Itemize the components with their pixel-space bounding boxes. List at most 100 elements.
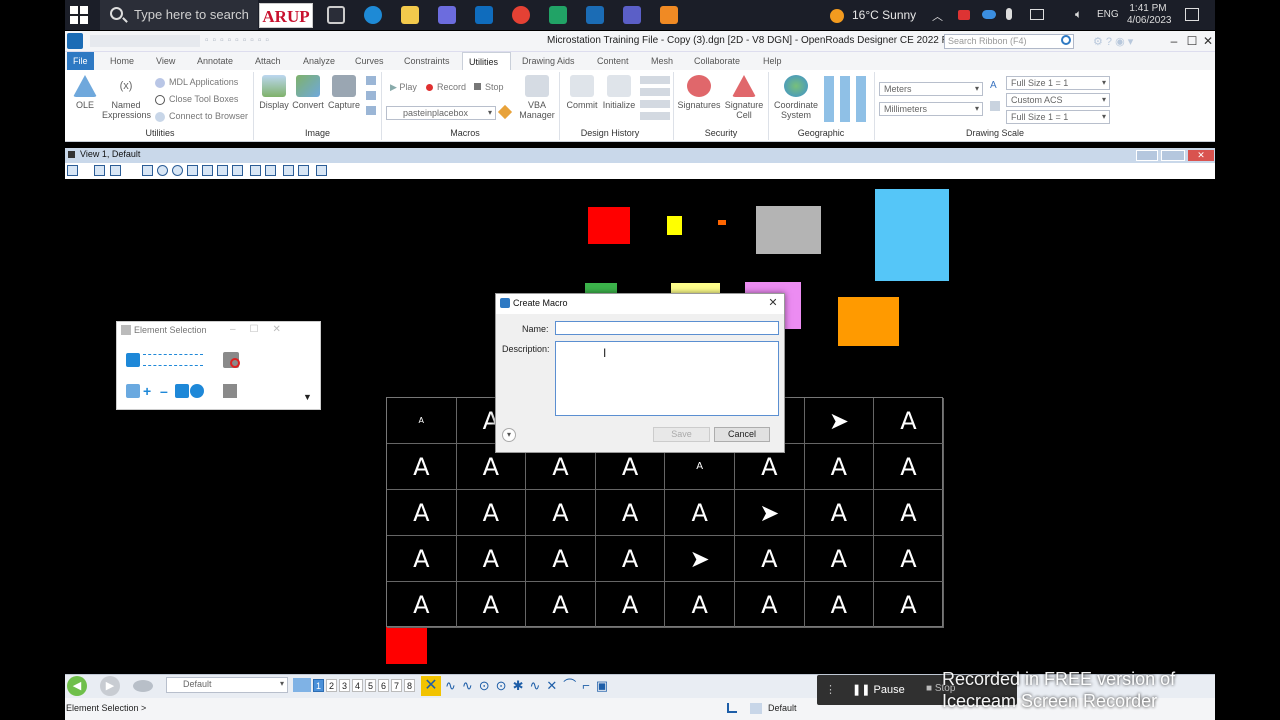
individual-select-icon[interactable]	[126, 353, 140, 367]
grid-cell[interactable]: A	[874, 490, 944, 536]
tab-attach[interactable]: Attach	[249, 52, 287, 70]
text-style-icon[interactable]: A	[990, 80, 997, 91]
view-restore-button[interactable]	[1161, 150, 1185, 161]
tab-utilities[interactable]: Utilities	[462, 52, 511, 70]
mdl-applications-button[interactable]: MDL Applications	[155, 77, 238, 88]
microphone-icon[interactable]	[1006, 8, 1012, 20]
view-2-button[interactable]: 2	[326, 679, 337, 692]
view-minimize-button[interactable]	[1136, 150, 1158, 161]
geographic-small-tools[interactable]	[824, 76, 870, 122]
tab-analyze[interactable]: Analyze	[297, 52, 341, 70]
grey-rectangle[interactable]	[756, 206, 821, 254]
design-history-small-tools[interactable]	[640, 76, 670, 122]
store-icon[interactable]	[438, 6, 456, 24]
grid-cell[interactable]: A	[874, 398, 944, 444]
image-small-tools[interactable]	[366, 76, 376, 120]
tab-view[interactable]: View	[150, 52, 181, 70]
ole-button[interactable]: OLE	[70, 75, 100, 110]
macro-name-input[interactable]	[555, 321, 779, 335]
light-blue-rectangle[interactable]	[875, 189, 949, 281]
detailing-scale-dropdown[interactable]: Full Size 1 = 1	[1006, 110, 1110, 124]
volume-icon[interactable]: 🔈︎	[1075, 7, 1082, 22]
grid-cell[interactable]: A	[456, 490, 527, 536]
vba-manager-button[interactable]: VBA Manager	[518, 75, 556, 120]
grid-cell[interactable]: A	[874, 536, 944, 582]
quick-access-toolbar[interactable]: ▫▫▫▫▫▫▫▫▫	[205, 35, 385, 47]
taskbar-clock[interactable]: 1:41 PM 4/06/2023	[1127, 3, 1172, 27]
invert-selection-icon[interactable]	[175, 384, 189, 398]
close-button[interactable]: ✕	[1200, 33, 1216, 49]
orange-rectangle[interactable]	[838, 297, 899, 346]
openroads-icon[interactable]	[586, 6, 604, 24]
taskbar-search-box[interactable]: Type here to search	[100, 0, 258, 30]
zoom-in-icon[interactable]	[157, 165, 168, 176]
connect-to-browser-button[interactable]: Connect to Browser	[155, 111, 248, 122]
grid-cell[interactable]: ➤	[804, 398, 875, 444]
grid-cell[interactable]: A	[665, 490, 735, 536]
tab-help[interactable]: Help	[757, 52, 788, 70]
view-4-button[interactable]: 4	[352, 679, 363, 692]
zoom-out-icon[interactable]	[172, 165, 183, 176]
display-style-icon[interactable]	[94, 165, 105, 176]
grid-cell[interactable]: A	[387, 582, 457, 628]
copy-view-icon[interactable]	[283, 165, 294, 176]
grid-cell[interactable]: A	[456, 582, 527, 628]
windows-start-icon[interactable]	[70, 6, 88, 24]
back-arrow-icon[interactable]: ◀	[67, 676, 87, 696]
grid-cell[interactable]: A	[804, 490, 875, 536]
tab-constraints[interactable]: Constraints	[398, 52, 456, 70]
grid-cell[interactable]: A	[526, 536, 596, 582]
macro-stop-button[interactable]: Stop	[474, 82, 504, 92]
coordinate-system-button[interactable]: Coordinate System	[772, 75, 820, 120]
signatures-button[interactable]: Signatures	[677, 75, 721, 110]
tab-drawing-aids[interactable]: Drawing Aids	[516, 52, 581, 70]
recorder-pause-button[interactable]: ❚❚ Pause	[852, 683, 905, 696]
dialog-expand-button[interactable]: ▾	[502, 428, 516, 442]
active-level-dropdown[interactable]: Default	[166, 677, 288, 693]
accudraw-icon[interactable]: ✕	[421, 676, 441, 696]
ribbon-search-input[interactable]: Search Ribbon (F4)	[944, 34, 1074, 49]
working-units-dropdown[interactable]: Meters	[879, 82, 983, 96]
tab-collaborate[interactable]: Collaborate	[688, 52, 746, 70]
icecream-recorder-icon[interactable]	[660, 6, 678, 24]
subtract-selection-icon[interactable]: –	[160, 383, 168, 399]
network-icon[interactable]	[1030, 9, 1044, 20]
tab-home[interactable]: Home	[104, 52, 140, 70]
notifications-icon[interactable]	[1185, 8, 1199, 21]
tray-app-icon[interactable]	[958, 10, 970, 20]
close-tool-boxes-button[interactable]: Close Tool Boxes	[155, 94, 238, 105]
view-rotation-icon[interactable]	[316, 165, 327, 176]
convert-image-button[interactable]: Convert	[291, 75, 325, 110]
dialog-close-button[interactable]: ✕	[766, 296, 780, 309]
display-image-button[interactable]: Display	[258, 75, 290, 110]
grid-cell[interactable]: A	[595, 490, 666, 536]
view-next-icon[interactable]	[265, 165, 276, 176]
red-rectangle[interactable]	[588, 207, 630, 244]
grid-cell[interactable]: A	[874, 444, 944, 490]
tab-curves[interactable]: Curves	[349, 52, 390, 70]
save-button[interactable]: Save	[653, 427, 710, 442]
arup-logo[interactable]: ARUP	[259, 3, 313, 28]
grid-cell[interactable]: A	[526, 582, 596, 628]
view-attributes-icon[interactable]	[67, 165, 78, 176]
help-icons[interactable]: ⚙ ? ◉ ▾	[1093, 35, 1133, 48]
view-settings-icon[interactable]	[110, 165, 121, 176]
tab-mesh[interactable]: Mesh	[645, 52, 679, 70]
small-orange-rectangle[interactable]	[718, 220, 726, 225]
element-selection-window-controls[interactable]: –☐✕	[230, 324, 295, 335]
macro-record-button[interactable]: Record	[426, 82, 466, 92]
grid-cell[interactable]: A	[804, 582, 875, 628]
maximize-button[interactable]: ☐	[1184, 33, 1200, 49]
view-8-button[interactable]: 8	[404, 679, 415, 692]
grid-cell[interactable]: ➤	[665, 536, 735, 582]
level-status-icon[interactable]	[750, 703, 762, 714]
selection-mode-icons[interactable]	[143, 354, 203, 366]
yellow-rectangle[interactable]	[667, 216, 682, 235]
new-selection-icon[interactable]	[126, 384, 140, 398]
minimize-button[interactable]: –	[1166, 33, 1182, 49]
acs-icon[interactable]	[990, 101, 1000, 111]
named-expressions-button[interactable]: (x) Named Expressions	[102, 75, 151, 120]
window-area-icon[interactable]	[187, 165, 198, 176]
initialize-button[interactable]: Initialize	[601, 75, 637, 110]
openroads-logo-icon[interactable]	[67, 33, 83, 49]
